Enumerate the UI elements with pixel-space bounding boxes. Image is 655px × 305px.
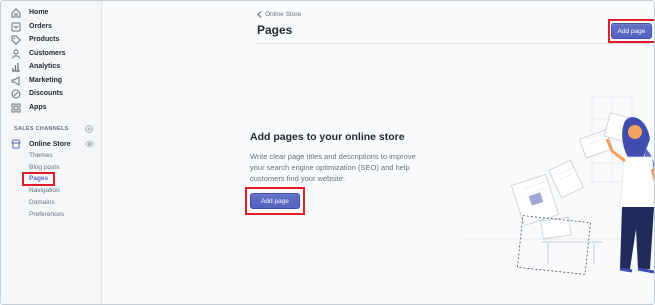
- orders-icon: [11, 22, 21, 32]
- sidebar-item-label: Home: [29, 9, 49, 16]
- sidebar-subitem-navigation[interactable]: Navigation: [29, 186, 60, 196]
- sidebar: Home Orders Products Customers Analytics: [1, 1, 102, 304]
- apps-icon: [11, 103, 21, 113]
- sidebar-item-products[interactable]: Products: [11, 33, 59, 46]
- sidebar-item-customers[interactable]: Customers: [11, 47, 66, 60]
- sidebar-item-label: Customers: [29, 50, 66, 57]
- breadcrumb-label: Online Store: [265, 11, 302, 18]
- add-page-button-header[interactable]: Add page: [611, 23, 652, 39]
- add-circle-icon[interactable]: [85, 125, 93, 133]
- megaphone-icon: [11, 75, 21, 86]
- sidebar-item-analytics[interactable]: Analytics: [11, 60, 60, 73]
- sidebar-item-marketing[interactable]: Marketing: [11, 74, 62, 87]
- bar-chart-icon: [11, 62, 21, 72]
- main-content: Online Store Pages Add page Add pages to…: [102, 1, 654, 304]
- store-icon: [11, 139, 21, 149]
- highlight-box-pages: [22, 172, 55, 186]
- sidebar-subitem-domains[interactable]: Domains: [29, 198, 55, 208]
- sidebar-item-label: Online Store: [29, 140, 71, 148]
- chevron-left-icon: [257, 11, 262, 18]
- sidebar-item-label: Products: [29, 36, 60, 43]
- empty-state-description: Write clear page titles and descriptions…: [250, 152, 416, 183]
- sidebar-item-label: Marketing: [29, 77, 63, 84]
- empty-state-heading: Add pages to your online store: [250, 131, 405, 143]
- discount-icon: [11, 89, 21, 99]
- sidebar-item-label: Analytics: [29, 63, 61, 70]
- home-icon: [11, 7, 21, 18]
- eye-icon[interactable]: [85, 140, 94, 148]
- sidebar-item-home[interactable]: Home: [11, 6, 48, 19]
- page-title: Pages: [257, 23, 293, 37]
- add-page-button-empty-state[interactable]: Add page: [250, 193, 300, 209]
- sidebar-item-online-store[interactable]: Online Store: [11, 138, 71, 150]
- sidebar-item-label: Discounts: [29, 90, 63, 97]
- tag-icon: [11, 35, 21, 45]
- sidebar-item-apps[interactable]: Apps: [11, 101, 47, 114]
- section-heading-sales-channels: SALES CHANNELS: [14, 126, 69, 132]
- sidebar-subitem-preferences[interactable]: Preferences: [29, 210, 64, 220]
- divider: [257, 43, 651, 44]
- person-icon: [11, 49, 21, 59]
- empty-state-illustration: [462, 96, 654, 275]
- sidebar-subitem-themes[interactable]: Themes: [29, 151, 52, 161]
- sidebar-item-label: Apps: [29, 104, 47, 111]
- sidebar-item-orders[interactable]: Orders: [11, 20, 52, 33]
- sidebar-item-discounts[interactable]: Discounts: [11, 87, 63, 100]
- app-window: Home Orders Products Customers Analytics: [0, 0, 655, 305]
- sidebar-item-label: Orders: [29, 23, 52, 30]
- breadcrumb[interactable]: Online Store: [257, 11, 301, 18]
